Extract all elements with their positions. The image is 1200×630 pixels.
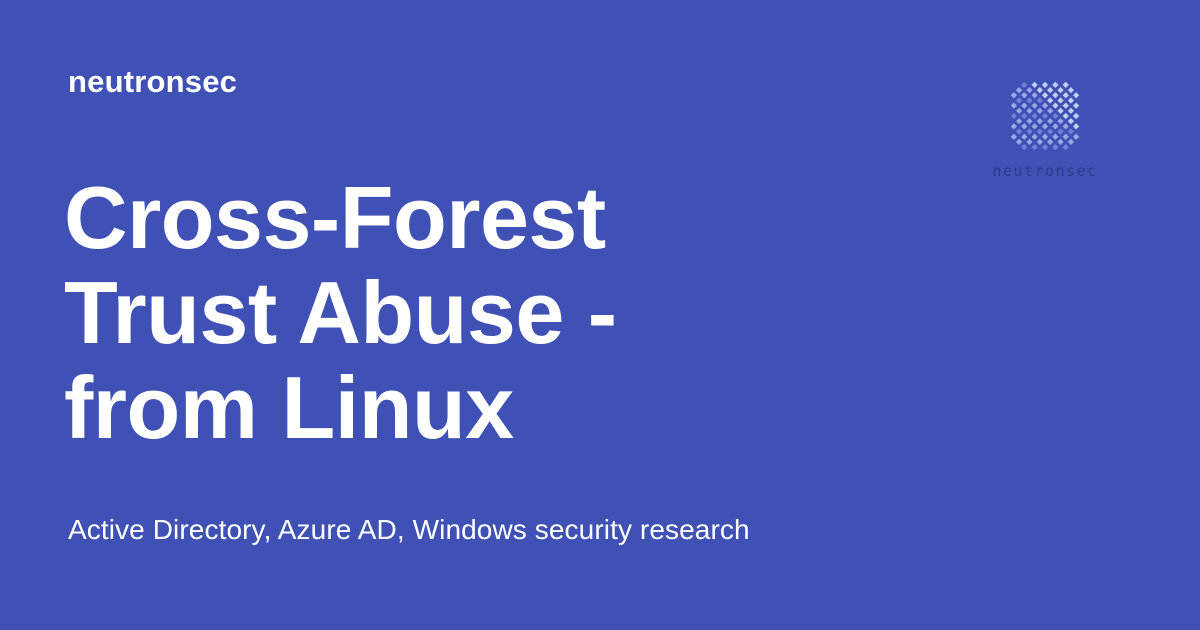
logo-tile [1010, 102, 1018, 109]
logo-tile [1057, 128, 1064, 135]
logo-tile [1057, 97, 1064, 104]
logo-tile [1047, 97, 1054, 104]
logo-tile [1010, 133, 1018, 140]
logo-tile [1057, 107, 1064, 114]
logo-tile [1041, 81, 1049, 89]
logo-tile [1031, 102, 1038, 109]
article-title-line: Trust Abuse - [64, 263, 617, 362]
logo-tile [1031, 81, 1038, 89]
logo-tile [1067, 97, 1075, 104]
logo-tile [1062, 102, 1069, 109]
logo-tile [1031, 112, 1038, 120]
logo-tile [1015, 118, 1023, 125]
logo-tile [1052, 123, 1059, 130]
logo-tile [1015, 128, 1023, 135]
logo-tile [1052, 143, 1059, 151]
logo-tile [1062, 143, 1069, 151]
logo-tile [1036, 118, 1043, 125]
logo-tile [1041, 133, 1049, 140]
logo-tile [1052, 92, 1059, 99]
logo-tile [1031, 123, 1038, 130]
logo-tile [1041, 112, 1049, 120]
logo-tile [1067, 107, 1075, 114]
logo-tile [1067, 86, 1075, 94]
logo-tile [1047, 86, 1054, 94]
logo-tile [1010, 112, 1018, 120]
diamond-grid-logo-icon [1010, 81, 1080, 151]
logo-tile [1036, 128, 1043, 135]
logo-tile [1062, 133, 1069, 140]
logo-tile [1047, 118, 1054, 125]
logo-tile [1026, 97, 1033, 104]
logo-tile [1031, 143, 1038, 151]
brand-logo: neutronsec [980, 70, 1110, 190]
logo-wordmark: neutronsec [992, 162, 1098, 180]
logo-tile [1026, 107, 1033, 114]
logo-tile [1062, 81, 1069, 89]
logo-tile [1067, 138, 1075, 146]
logo-tile [1021, 143, 1028, 151]
logo-tile [1036, 138, 1043, 146]
logo-tile [1010, 123, 1018, 130]
logo-tile [1052, 81, 1059, 89]
logo-tile [1057, 86, 1064, 94]
logo-tile [1062, 112, 1069, 120]
article-title: Cross-Forest Trust Abuse - from Linux [64, 170, 884, 455]
logo-tile [1072, 123, 1080, 130]
article-tagline: Active Directory, Azure AD, Windows secu… [68, 514, 750, 545]
logo-tile [1036, 86, 1043, 94]
logo-tile [1041, 92, 1049, 99]
logo-tile [1062, 123, 1069, 130]
logo-tile [1067, 118, 1075, 125]
logo-tile [1052, 102, 1059, 109]
site-name: neutronsec [68, 64, 238, 99]
logo-tile [1057, 118, 1064, 125]
logo-tile [1072, 112, 1080, 120]
logo-tile [1031, 133, 1038, 140]
logo-tile [1021, 102, 1028, 109]
logo-tile [1041, 123, 1049, 130]
logo-tile [1026, 138, 1033, 146]
logo-tile [1072, 133, 1080, 140]
logo-tile [1021, 123, 1028, 130]
logo-tile [1031, 92, 1038, 99]
logo-tile [1047, 138, 1054, 146]
logo-tile [1072, 92, 1080, 99]
logo-tile [1047, 128, 1054, 135]
logo-tile [1047, 107, 1054, 114]
article-title-line: Cross-Forest [64, 168, 606, 267]
logo-tile [1015, 97, 1023, 104]
logo-tile [1015, 107, 1023, 114]
logo-tile [1062, 92, 1069, 99]
logo-tile [1026, 118, 1033, 125]
logo-tile [1036, 107, 1043, 114]
logo-tile [1026, 86, 1033, 94]
logo-tile [1041, 143, 1049, 151]
logo-tile [1015, 138, 1023, 146]
logo-tile [1041, 102, 1049, 109]
logo-tile [1052, 112, 1059, 120]
logo-tile [1021, 133, 1028, 140]
logo-tile [1021, 81, 1028, 89]
logo-tile [1067, 128, 1075, 135]
logo-tile [1036, 97, 1043, 104]
logo-tile [1015, 86, 1023, 94]
logo-tile [1010, 92, 1018, 99]
logo-tile [1072, 102, 1080, 109]
logo-tile [1057, 138, 1064, 146]
logo-tile [1026, 128, 1033, 135]
logo-tile [1052, 133, 1059, 140]
logo-tile [1021, 92, 1028, 99]
article-title-line: from Linux [64, 358, 514, 457]
logo-tile [1021, 112, 1028, 120]
